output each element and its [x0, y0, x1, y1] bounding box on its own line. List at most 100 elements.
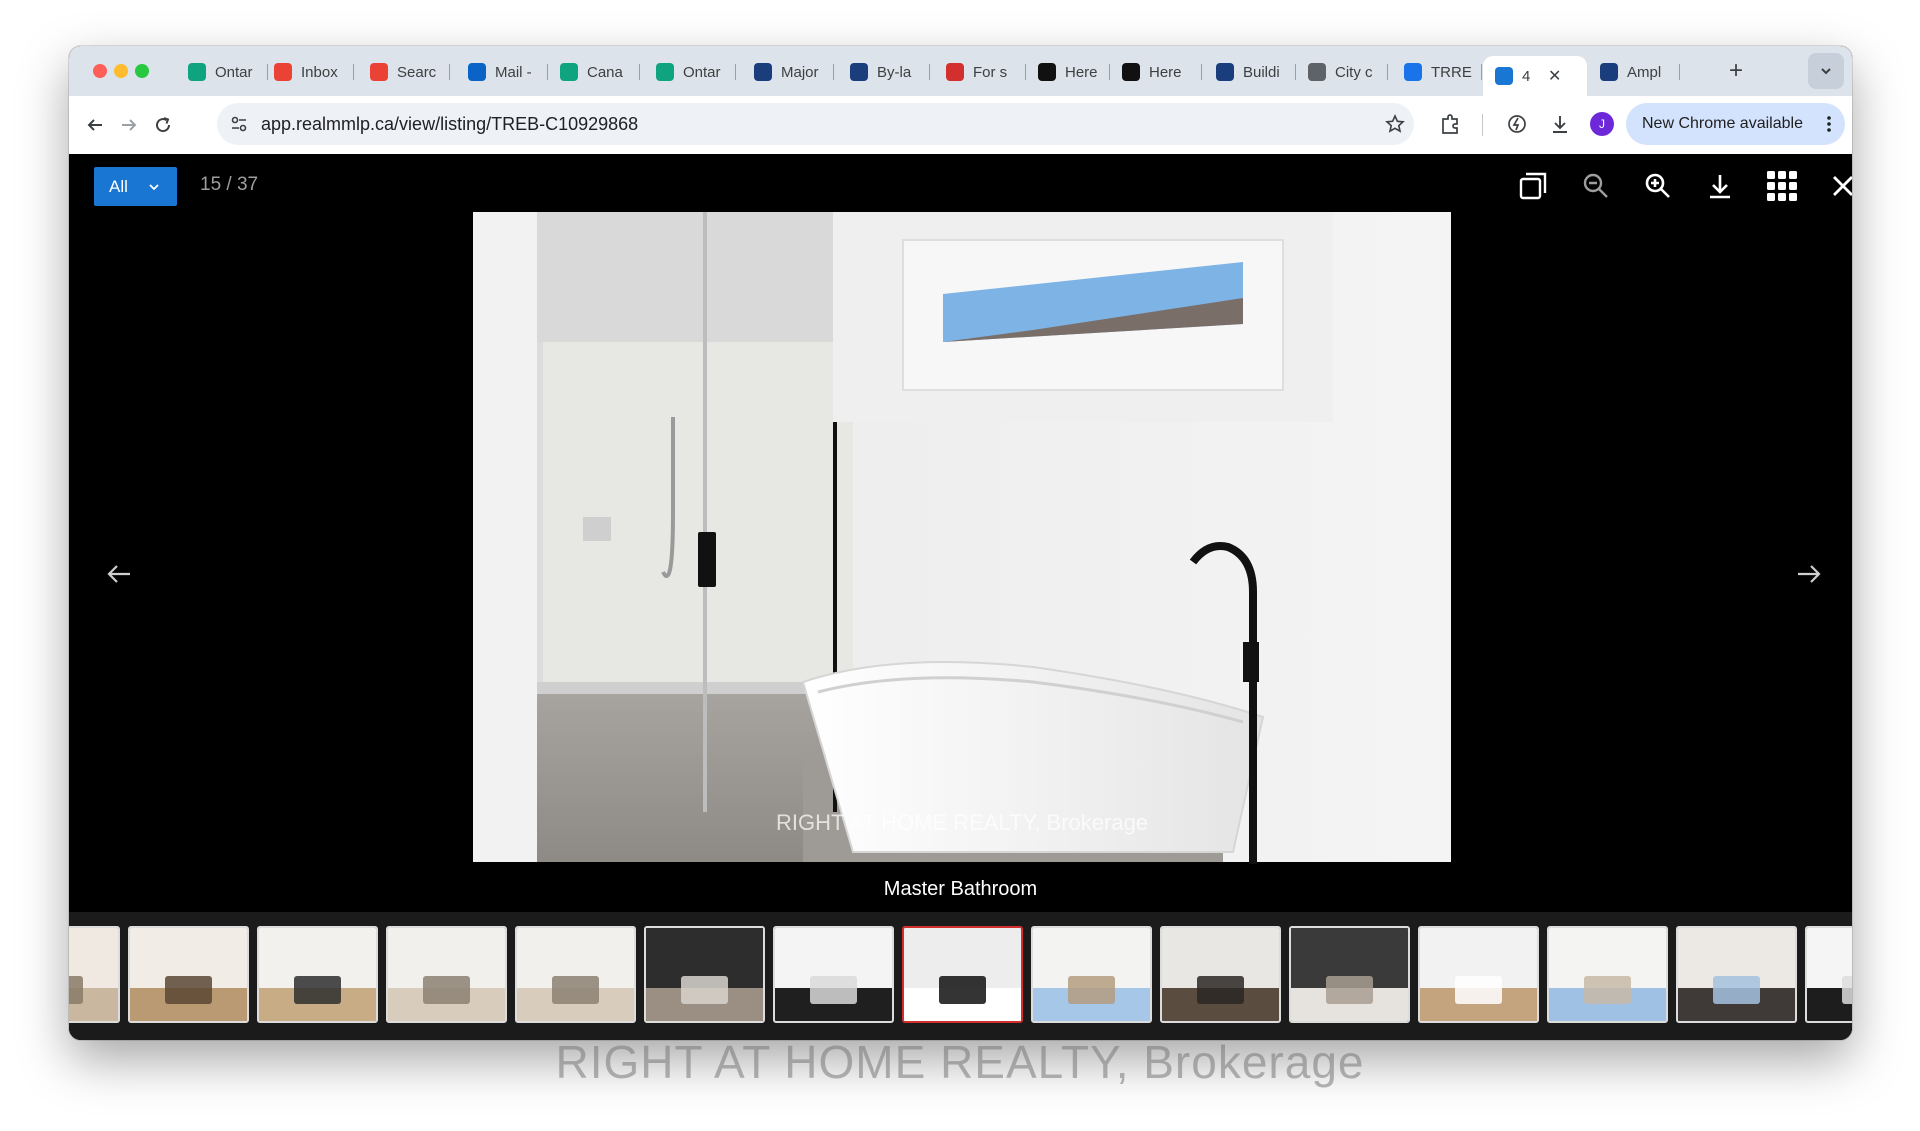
thumbnail[interactable] [1547, 926, 1668, 1023]
chevron-down-icon [1821, 68, 1831, 75]
new-tab-button[interactable]: + [1721, 56, 1751, 86]
master-bathroom-image [473, 212, 1451, 864]
extensions-icon[interactable] [1439, 113, 1461, 135]
chevron-down-icon [149, 183, 159, 190]
back-button[interactable] [80, 110, 110, 140]
thumbnail-image [1420, 928, 1537, 1021]
thumbnail-image [1162, 928, 1279, 1021]
next-photo-button[interactable] [1789, 554, 1829, 594]
thumbnail-image [1807, 928, 1852, 1021]
close-viewer-button[interactable] [1821, 164, 1852, 208]
site-settings-icon[interactable] [230, 115, 248, 133]
grid-view-button[interactable] [1760, 164, 1804, 208]
thumbnail-image [1549, 928, 1666, 1021]
openai-icon [656, 63, 674, 81]
browser-tab[interactable]: City c [1296, 56, 1388, 88]
thumbnail-detail [1842, 976, 1852, 1005]
thumbnail[interactable] [128, 926, 249, 1023]
tab-label: Major [781, 63, 819, 81]
forward-button[interactable] [114, 110, 144, 140]
zoom-in-button[interactable] [1636, 164, 1680, 208]
thumbnail[interactable] [1418, 926, 1539, 1023]
thumbnail[interactable] [1805, 926, 1852, 1023]
browser-tab[interactable]: Ampl [1588, 56, 1680, 88]
bars-icon [1600, 63, 1618, 81]
browser-tab[interactable]: 4 ✕ [1483, 56, 1587, 96]
thumbnail-detail [294, 976, 341, 1005]
browser-tab[interactable]: Searc [358, 56, 450, 88]
screenshot-stage: Ontar Inbox Searc Mail - Cana Ontar Major By-la… [0, 0, 1920, 1131]
thumbnail[interactable] [69, 926, 120, 1023]
bookmark-star-icon[interactable] [1385, 114, 1405, 134]
download-photo-button[interactable] [1698, 164, 1742, 208]
tab-separator [1679, 64, 1680, 80]
tab-label: Here [1149, 63, 1182, 81]
thumbnail[interactable] [1031, 926, 1152, 1023]
thumbnail[interactable] [1289, 926, 1410, 1023]
reload-button[interactable] [148, 110, 178, 140]
browser-tab[interactable]: Cana [548, 56, 640, 88]
thumbnail[interactable] [773, 926, 894, 1023]
thumbnail-detail [1197, 976, 1244, 1005]
previous-photo-button[interactable] [99, 554, 139, 594]
fullscreen-button[interactable] [1511, 164, 1555, 208]
arrow-right-icon [122, 119, 137, 131]
thumbnail-image [646, 928, 763, 1021]
filter-label: All [109, 176, 128, 196]
thumbnail-detail [939, 976, 986, 1005]
nyt-icon [1038, 63, 1056, 81]
thumbnail-detail [1326, 976, 1373, 1005]
thumbnail[interactable] [386, 926, 507, 1023]
close-window-button[interactable] [93, 64, 107, 78]
reload-icon [156, 117, 171, 133]
browser-tab[interactable]: For s [934, 56, 1026, 88]
city-hall-icon [1216, 63, 1234, 81]
browser-tab[interactable]: Ontar [176, 56, 268, 88]
browser-tab[interactable]: By-la [838, 56, 930, 88]
thumbnail-image [259, 928, 376, 1021]
thumbnail[interactable] [515, 926, 636, 1023]
tab-label: Mail - [495, 63, 532, 81]
thumbnail-image [1291, 928, 1408, 1021]
page-watermark: RIGHT AT HOME REALTY, Brokerage [555, 1036, 1365, 1088]
nyt-icon [1122, 63, 1140, 81]
photo-watermark: RIGHT AT HOME REALTY, Brokerage [775, 810, 1149, 835]
address-bar[interactable]: app.realmmlp.ca/view/listing/TREB-C10929… [217, 103, 1414, 145]
thumbnail[interactable] [1160, 926, 1281, 1023]
browser-tab[interactable]: Here [1110, 56, 1202, 88]
photo-counter: 15 / 37 [200, 174, 259, 195]
thumbnail[interactable] [1676, 926, 1797, 1023]
realtor-icon [946, 63, 964, 81]
download-icon [1710, 175, 1730, 199]
tab-search-button[interactable] [1808, 53, 1844, 89]
main-photo[interactable]: RIGHT AT HOME REALTY, Brokerage [473, 212, 1451, 864]
close-tab-icon[interactable]: ✕ [1548, 66, 1561, 86]
browser-tab[interactable]: TRRE [1392, 56, 1482, 88]
thumbnail-strip [69, 912, 1852, 1040]
browser-tab[interactable]: Buildi [1204, 56, 1296, 88]
profile-avatar[interactable]: J [1590, 112, 1614, 136]
thumbnail[interactable] [644, 926, 765, 1023]
thumbnail-image [1033, 928, 1150, 1021]
browser-tab[interactable]: Ontar [644, 56, 736, 88]
filter-dropdown[interactable]: All [94, 167, 177, 206]
browser-tab[interactable]: Mail - [456, 56, 548, 88]
browser-tab[interactable]: Here [1026, 56, 1110, 88]
arrow-right-icon [1798, 565, 1821, 583]
globe-icon [1308, 63, 1326, 81]
download-icon[interactable] [1549, 113, 1571, 135]
browser-tab[interactable]: Inbox [262, 56, 354, 88]
tab-separator [1387, 64, 1388, 80]
minimize-window-button[interactable] [114, 64, 128, 78]
thumbnail[interactable] [902, 926, 1023, 1023]
thumbnail[interactable] [257, 926, 378, 1023]
tab-label: City c [1335, 63, 1373, 81]
update-label: New Chrome available [1642, 115, 1803, 132]
grid-icon [1767, 171, 1797, 201]
performance-icon[interactable] [1506, 113, 1528, 135]
chrome-update-button[interactable]: New Chrome available [1626, 103, 1845, 145]
browser-tab[interactable]: Major [742, 56, 834, 88]
maximize-window-button[interactable] [135, 64, 149, 78]
zoom-out-button[interactable] [1574, 164, 1618, 208]
tab-separator [735, 64, 736, 80]
